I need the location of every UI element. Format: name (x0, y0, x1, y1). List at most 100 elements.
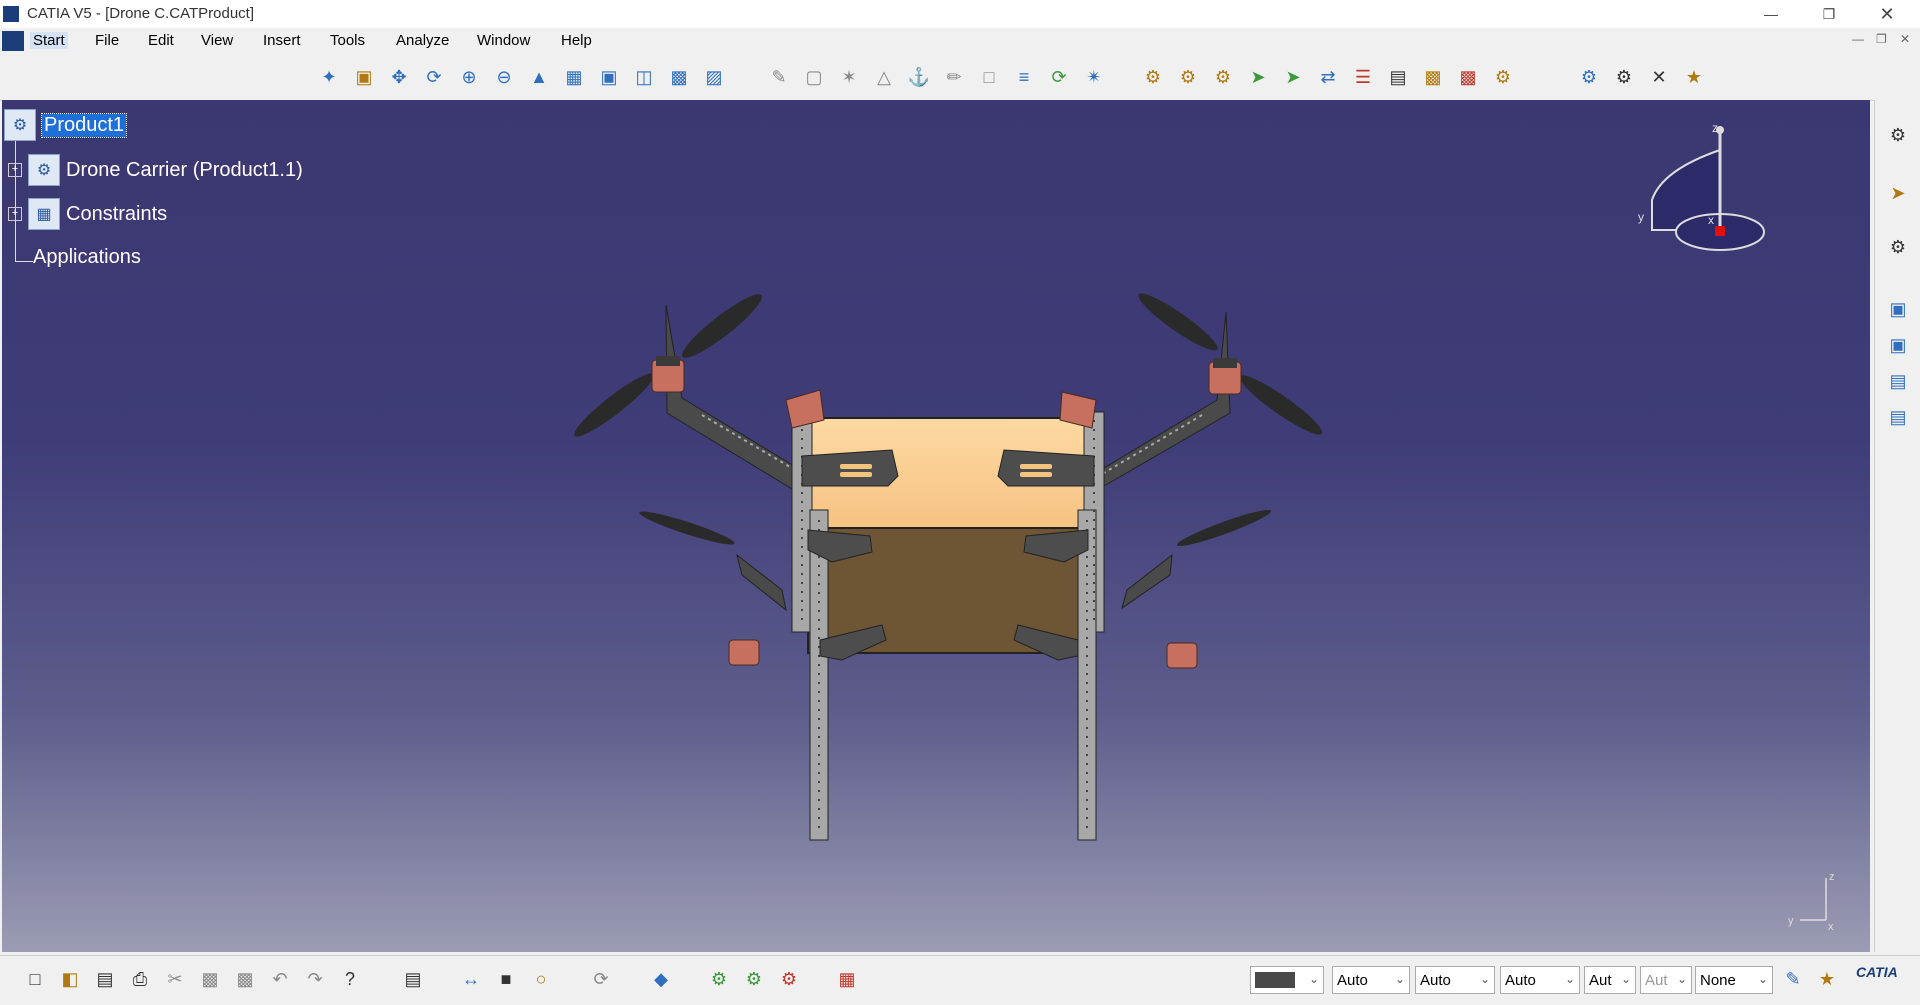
new-component-icon[interactable]: ⚙ (1138, 62, 1168, 92)
select-icon[interactable]: ➤ (1883, 178, 1913, 208)
coincidence-constraint-icon[interactable]: ▣ (1883, 330, 1913, 360)
graph-tree-reordering-icon[interactable]: ☰ (1348, 62, 1378, 92)
paste-icon[interactable]: ▩ (230, 964, 260, 994)
format-painter-icon[interactable]: ✎ (1778, 964, 1808, 994)
graphic-properties-icon[interactable]: ★ (1812, 964, 1842, 994)
plane-icon[interactable]: ◆ (646, 964, 676, 994)
tree-item-label[interactable]: Applications (33, 246, 141, 269)
tree-item-applications[interactable]: Applications (33, 246, 141, 269)
new-part-icon[interactable]: ⚙ (1208, 62, 1238, 92)
reorder-icon[interactable]: ✴ (1079, 62, 1109, 92)
menu-start[interactable]: Start (30, 32, 68, 49)
expand-icon[interactable]: + (8, 207, 22, 221)
snap-icon[interactable]: ▢ (799, 62, 829, 92)
measure-inertia-icon[interactable]: ○ (526, 964, 556, 994)
tree-item-label[interactable]: Constraints (66, 203, 167, 226)
measure-item-icon[interactable]: ■ (491, 964, 521, 994)
manipulate-select-icon[interactable]: ⚙ (1883, 232, 1913, 262)
menu-tools[interactable]: Tools (327, 32, 368, 49)
catalog-browser-icon[interactable]: ▤ (398, 964, 428, 994)
transparency-select[interactable]: Auto ⌄ (1332, 966, 1410, 994)
redo-icon[interactable]: ↷ (300, 964, 330, 994)
menu-help[interactable]: Help (558, 32, 595, 49)
tree-item-constraints[interactable]: + ▦ Constraints (8, 198, 167, 230)
swap-visible-space-icon[interactable]: ▨ (699, 62, 729, 92)
menu-window[interactable]: Window (474, 32, 533, 49)
explode-icon[interactable]: ✶ (834, 62, 864, 92)
tree-item-label[interactable]: Drone Carrier (Product1.1) (66, 159, 303, 182)
grid-icon[interactable]: ▦ (832, 964, 862, 994)
compass-widget[interactable]: z y x (1622, 120, 1772, 270)
linetype-select[interactable]: Auto ⌄ (1415, 966, 1495, 994)
whats-this-icon[interactable]: ? (335, 964, 365, 994)
design-mode-icon[interactable]: ⚙ (1574, 62, 1604, 92)
new-product-icon[interactable]: ⚙ (1173, 62, 1203, 92)
existing-component-positioning-icon[interactable]: ➤ (1278, 62, 1308, 92)
normal-view-icon[interactable]: ▲ (524, 62, 554, 92)
color-select[interactable]: ⌄ (1250, 966, 1324, 994)
zoom-in-icon[interactable]: ⊕ (454, 62, 484, 92)
doc-close-button[interactable]: ✕ (1900, 32, 1910, 46)
new-icon[interactable]: □ (20, 964, 50, 994)
undo-icon[interactable]: ↶ (265, 964, 295, 994)
shading-icon[interactable]: ◫ (629, 62, 659, 92)
menu-file[interactable]: File (92, 32, 122, 49)
3d-viewport[interactable]: ⚙ Product1 + ⚙ Drone Carrier (Product1.1… (2, 100, 1870, 952)
multi-instantiation-icon[interactable]: ⚙ (1488, 62, 1518, 92)
fly-mode-icon[interactable]: ✦ (314, 62, 344, 92)
knowledge-formula-icon[interactable]: ⚙ (704, 964, 734, 994)
apply-material-icon[interactable]: ★ (1679, 62, 1709, 92)
multi-view-icon[interactable]: ▦ (559, 62, 589, 92)
constraint-icon[interactable]: ≡ (1009, 62, 1039, 92)
copy-icon[interactable]: ▩ (195, 964, 225, 994)
manage-representations-icon[interactable]: ▩ (1453, 62, 1483, 92)
knowledge-rule-icon[interactable]: ⚙ (739, 964, 769, 994)
doc-restore-button[interactable]: ❐ (1876, 32, 1887, 46)
save-icon[interactable]: ▤ (90, 964, 120, 994)
tree-item-drone-carrier[interactable]: + ⚙ Drone Carrier (Product1.1) (8, 154, 303, 186)
menu-view[interactable]: View (198, 32, 236, 49)
print-icon[interactable]: ⎙ (125, 964, 155, 994)
layer-select[interactable]: None ⌄ (1695, 966, 1773, 994)
rotate-icon[interactable]: ⟳ (419, 62, 449, 92)
replace-component-icon[interactable]: ⇄ (1313, 62, 1343, 92)
manipulation-icon[interactable]: ✎ (764, 62, 794, 92)
minimize-button[interactable]: — (1748, 0, 1794, 28)
catia-logo-icon[interactable] (2, 31, 24, 51)
measure-icon[interactable]: □ (974, 62, 1004, 92)
restore-button[interactable]: ❐ (1806, 0, 1852, 28)
expand-icon[interactable]: + (8, 163, 22, 177)
sketch-icon[interactable]: ✏ (939, 62, 969, 92)
refresh-icon[interactable]: ⟳ (586, 964, 616, 994)
thickness-select[interactable]: Auto ⌄ (1500, 966, 1580, 994)
zoom-out-icon[interactable]: ⊖ (489, 62, 519, 92)
iso-view-icon[interactable]: ▣ (594, 62, 624, 92)
fit-to-icon[interactable]: ✕ (1644, 62, 1674, 92)
hide-show-icon[interactable]: ▩ (664, 62, 694, 92)
pan-icon[interactable]: ✥ (384, 62, 414, 92)
contact-constraint-icon[interactable]: ▤ (1883, 366, 1913, 396)
update-icon[interactable]: ⟳ (1044, 62, 1074, 92)
fix-component-icon[interactable]: ⚓ (904, 62, 934, 92)
menu-insert[interactable]: Insert (260, 32, 304, 49)
stop-manipulate-icon[interactable]: △ (869, 62, 899, 92)
point-symbol-select[interactable]: Aut ⌄ (1584, 966, 1636, 994)
offset-constraint-icon[interactable]: ▤ (1883, 402, 1913, 432)
fix-constraint-icon[interactable]: ▣ (1883, 294, 1913, 324)
doc-minimize-button[interactable]: — (1852, 32, 1864, 46)
knowledge-check-icon[interactable]: ⚙ (774, 964, 804, 994)
assembly-design-workbench-icon[interactable]: ⚙ (1883, 120, 1913, 150)
fit-all-in-icon[interactable]: ▣ (349, 62, 379, 92)
cut-icon[interactable]: ✂ (160, 964, 190, 994)
measure-between-icon[interactable]: ↔ (456, 964, 486, 994)
open-icon[interactable]: ◧ (55, 964, 85, 994)
generate-numbering-icon[interactable]: ▤ (1383, 62, 1413, 92)
tree-item-label[interactable]: Product1 (40, 112, 128, 138)
menu-analyze[interactable]: Analyze (393, 32, 452, 49)
menu-edit[interactable]: Edit (145, 32, 177, 49)
selective-load-icon[interactable]: ▩ (1418, 62, 1448, 92)
close-button[interactable]: ✕ (1864, 0, 1910, 28)
tree-item-product1[interactable]: ⚙ Product1 (4, 109, 128, 141)
existing-component-icon[interactable]: ➤ (1243, 62, 1273, 92)
visualization-mode-icon[interactable]: ⚙ (1609, 62, 1639, 92)
